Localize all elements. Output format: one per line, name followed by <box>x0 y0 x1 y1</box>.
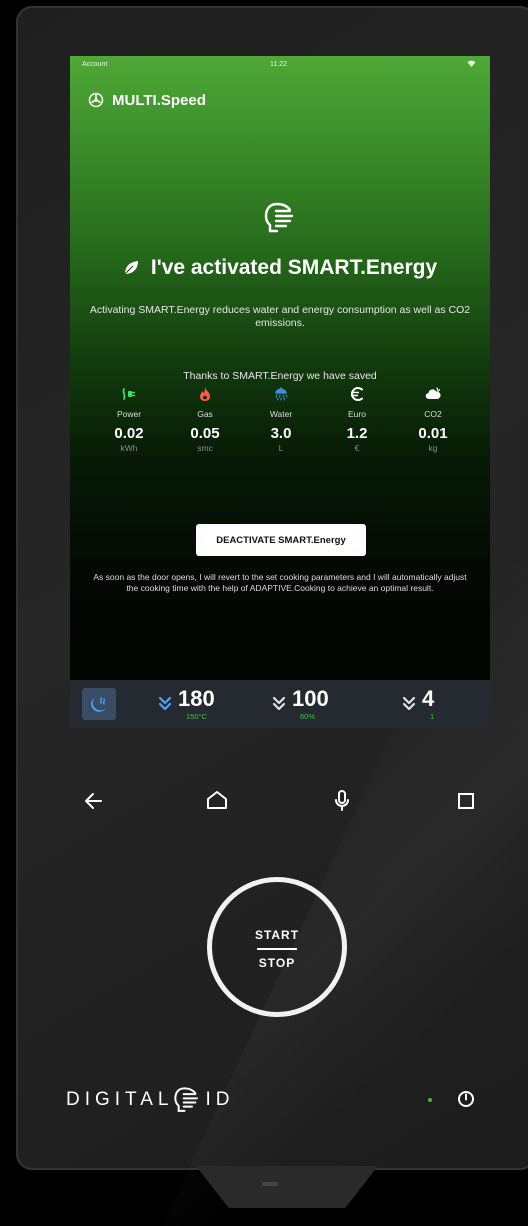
app-title[interactable]: MULTI.Speed <box>88 90 206 110</box>
stat-power: Power 0.02 kWh <box>92 382 166 453</box>
smart-energy-description: Activating SMART.Energy reduces water an… <box>89 304 471 329</box>
power-icon[interactable] <box>455 1088 477 1110</box>
stat-water: Water 3.0 L <box>244 382 318 453</box>
stop-label: STOP <box>258 956 296 970</box>
brand-text-right: ID <box>205 1089 235 1110</box>
brand-text-left: DIGITAL <box>66 1089 174 1110</box>
stat-co2: CO2 0.01 kg <box>396 382 470 453</box>
shower-icon <box>275 387 288 401</box>
status-bar: Account 11:22 <box>70 56 490 74</box>
door-open-note: As soon as the door opens, I will revert… <box>93 572 467 593</box>
temperature-value: 180 <box>178 686 215 711</box>
smart-energy-headline: I've activated SMART.Energy <box>70 256 490 280</box>
multispeed-fan-icon <box>88 92 104 108</box>
stat-value: 1.2 <box>346 425 368 442</box>
stat-label: Gas <box>197 409 213 419</box>
stat-value: 0.05 <box>190 425 220 442</box>
savings-heading: Thanks to SMART.Energy we have saved <box>183 370 377 382</box>
stat-label: CO2 <box>424 409 442 419</box>
wifi-icon <box>467 60 476 68</box>
digital-id-face-icon <box>173 1087 198 1112</box>
temperature-subvalue: 150°C <box>186 712 207 721</box>
status-account[interactable]: Account <box>82 61 107 68</box>
home-icon[interactable] <box>204 788 230 814</box>
stat-label: Euro <box>348 409 366 419</box>
cooking-mode-button[interactable] <box>82 688 116 720</box>
headline-text: I've activated SMART.Energy <box>150 256 438 279</box>
stat-unit: smc <box>197 443 213 453</box>
stat-value: 0.01 <box>418 425 448 442</box>
start-stop-divider <box>257 948 297 950</box>
stat-label: Water <box>269 409 293 419</box>
stat-unit: L <box>278 443 284 453</box>
power-plug-icon <box>122 388 135 400</box>
humidity-value: 100 <box>292 686 329 711</box>
back-arrow-icon[interactable] <box>81 788 107 814</box>
stat-label: Power <box>116 409 142 419</box>
temperature-param[interactable]: 180 150°C <box>158 684 238 724</box>
flame-icon <box>200 387 210 401</box>
stat-gas: Gas 0.05 smc <box>168 382 242 453</box>
status-time: 11:22 <box>270 61 287 68</box>
humidity-param[interactable]: 100 60% <box>272 684 352 724</box>
steam-convection-icon <box>91 697 106 712</box>
app-title-label: MULTI.Speed <box>112 91 206 109</box>
stat-unit: € <box>354 443 360 453</box>
chevron-down-double-icon <box>158 696 172 711</box>
fan-speed-value: 4 <box>422 686 435 711</box>
cooking-parameters-bar: 180 150°C 100 60% 4 1 <box>70 680 490 728</box>
fan-speed-subvalue: 1 <box>430 712 435 721</box>
fan-speed-param[interactable]: 4 1 <box>402 684 462 724</box>
cloud-co2-icon <box>425 387 441 400</box>
stat-unit: kg <box>428 443 438 453</box>
stat-unit: kWh <box>120 443 138 453</box>
start-stop-button[interactable]: START STOP <box>207 877 347 1017</box>
smart-energy-face-icon <box>264 202 294 233</box>
start-label: START <box>254 928 300 942</box>
euro-icon <box>351 387 363 401</box>
leaf-icon <box>124 261 138 275</box>
deactivate-smart-energy-button[interactable]: DEACTIVATE SMART.Energy <box>196 524 366 556</box>
humidity-subvalue: 60% <box>300 712 316 721</box>
stat-value: 0.02 <box>114 425 144 442</box>
savings-stats: Power 0.02 kWh Gas 0.05 smc Water 3.0 L <box>92 382 472 492</box>
stat-euro: Euro 1.2 € <box>320 382 394 453</box>
chevron-down-double-icon <box>402 696 416 711</box>
touch-screen: Account 11:22 MULTI.Speed I've activated… <box>70 56 490 728</box>
chevron-down-double-icon <box>272 696 286 711</box>
tab-slot <box>262 1182 278 1186</box>
microphone-icon[interactable] <box>329 788 355 814</box>
digital-id-logo: DIGITAL ID <box>66 1082 235 1118</box>
recent-apps-icon[interactable] <box>453 788 479 814</box>
stat-value: 3.0 <box>270 425 292 442</box>
status-led <box>428 1098 432 1102</box>
